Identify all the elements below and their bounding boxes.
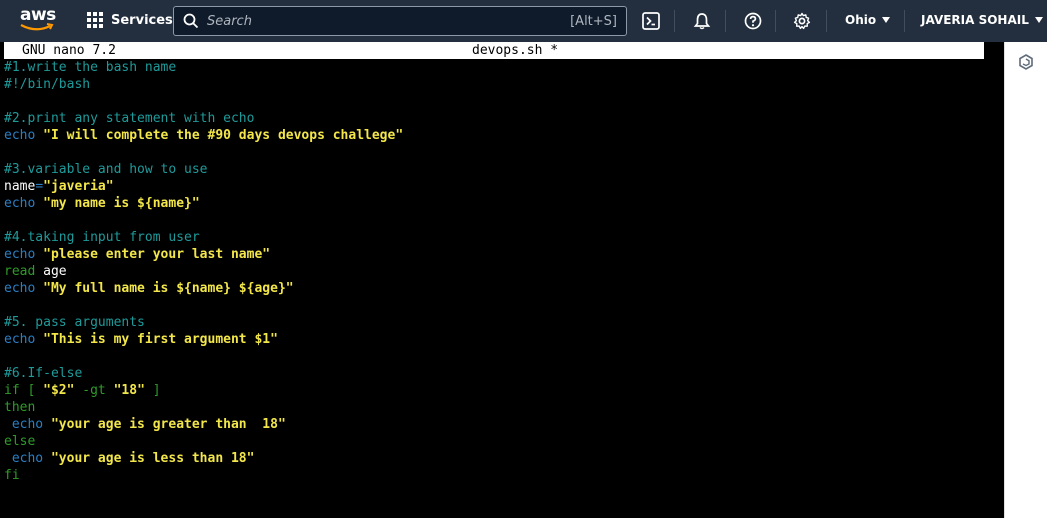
code-line: echo "my name is ${name}" (4, 195, 403, 212)
code-token: age (43, 264, 67, 279)
help-icon[interactable] (743, 11, 763, 31)
code-token: echo (4, 332, 44, 347)
code-token: -gt (74, 383, 114, 398)
cloudshell-icon[interactable] (641, 11, 661, 31)
code-token: fi (4, 468, 20, 483)
code-token: echo (4, 451, 51, 466)
code-token: "your age is less than 18" (50, 451, 255, 466)
services-menu-button[interactable]: Services (87, 12, 173, 28)
code-token: #!/bin/bash (4, 77, 91, 92)
code-token: "This is my first argument $1" (43, 332, 278, 347)
code-token: #1.write the bash name (4, 60, 177, 75)
code-line: fi (4, 467, 403, 484)
nav-divider (904, 10, 905, 32)
code-token: "I will complete the #90 days devops cha… (43, 128, 404, 143)
code-line: if [ "$2" -gt "18" ] (4, 382, 403, 399)
code-token: echo (4, 247, 44, 262)
chevron-down-icon (1034, 17, 1043, 23)
code-line: else (4, 433, 403, 450)
search-shortcut-hint: [Alt+S] (570, 13, 617, 29)
aws-logo-text: aws (20, 5, 56, 25)
nano-filename: devops.sh * (472, 43, 559, 58)
account-name: JAVERIA SOHAIL (921, 13, 1029, 27)
code-line: #4.taking input from user (4, 229, 403, 246)
search-input[interactable] (207, 13, 571, 29)
code-line: echo "This is my first argument $1" (4, 331, 403, 348)
code-line: name="javeria" (4, 178, 403, 195)
bell-icon[interactable] (692, 11, 712, 31)
aws-top-nav: aws Services [Alt+S] (0, 0, 1047, 42)
code-token: #3.variable and how to use (4, 162, 208, 177)
code-token: "18" (113, 383, 145, 398)
services-label: Services (111, 12, 173, 28)
region-label: Ohio (845, 13, 877, 27)
nano-title-bar: GNU nano 7.2 devops.sh * (4, 42, 984, 59)
code-line: #1.write the bash name (4, 59, 403, 76)
search-box[interactable]: [Alt+S] (173, 6, 627, 36)
code-token: "javeria" (43, 179, 114, 194)
code-token: read (4, 264, 44, 279)
code-line: echo "your age is less than 18" (4, 450, 403, 467)
code-editor-content[interactable]: #1.write the bash name #!/bin/bash #2.prin… (4, 59, 403, 484)
code-line: #3.variable and how to use (4, 161, 403, 178)
cloudshell-terminal[interactable]: GNU nano 7.2 devops.sh * #1.write the ba… (0, 42, 1004, 518)
code-token: echo (4, 196, 44, 211)
code-token: #6.If-else (4, 366, 83, 381)
code-token: #2.print any statement with echo (4, 111, 255, 126)
aws-smile-icon (20, 23, 54, 31)
code-line: echo "please enter your last name" (4, 246, 403, 263)
panel-toggle-icon[interactable] (1018, 54, 1034, 70)
code-token: "your age is greater than 18" (50, 417, 286, 432)
code-line: #5. pass arguments (4, 314, 403, 331)
code-token: echo (4, 128, 44, 143)
code-token: "My full name is ${name} ${age}" (43, 281, 294, 296)
code-token: "my name is ${name}" (43, 196, 200, 211)
region-selector[interactable]: Ohio (845, 13, 891, 27)
code-line: #6.If-else (4, 365, 403, 382)
grid-icon (87, 12, 103, 28)
code-line: read age (4, 263, 403, 280)
code-token: "$2" (43, 383, 75, 398)
account-menu[interactable]: JAVERIA SOHAIL (921, 13, 1043, 27)
code-token: "please enter your last name" (43, 247, 271, 262)
nav-divider (725, 10, 726, 32)
code-token: else (4, 434, 36, 449)
nano-version: GNU nano 7.2 (22, 43, 116, 58)
code-token: #5. pass arguments (4, 315, 145, 330)
code-token: echo (4, 281, 44, 296)
nav-divider (674, 10, 675, 32)
code-line: echo "My full name is ${name} ${age}" (4, 280, 403, 297)
code-token: echo (4, 417, 51, 432)
code-line: #2.print any statement with echo (4, 110, 403, 127)
code-line: echo "I will complete the #90 days devop… (4, 127, 403, 144)
code-line: #!/bin/bash (4, 76, 403, 93)
code-token: = (35, 179, 44, 194)
search-icon (183, 13, 199, 29)
code-line: echo "your age is greater than 18" (4, 416, 403, 433)
code-token: name (4, 179, 36, 194)
code-token: if [ (4, 383, 44, 398)
code-token: #4.taking input from user (4, 230, 200, 245)
code-line: then (4, 399, 403, 416)
nav-divider (775, 10, 776, 32)
chevron-down-icon (882, 17, 891, 23)
code-token: then (4, 400, 36, 415)
gear-icon[interactable] (792, 11, 812, 31)
aws-logo[interactable]: aws (18, 5, 58, 35)
right-side-panel (1004, 42, 1047, 518)
nav-divider (826, 10, 827, 32)
code-token: ] (144, 383, 161, 398)
